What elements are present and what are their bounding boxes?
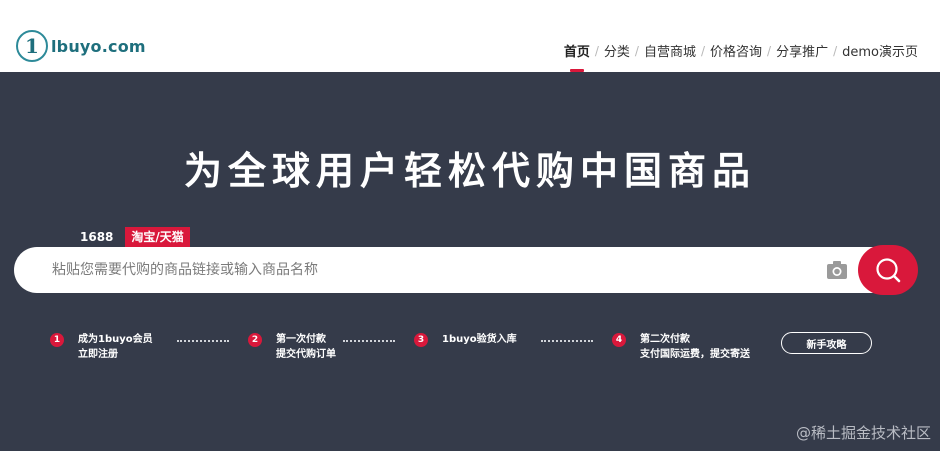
nav-item-price-inquiry[interactable]: 价格咨询 (710, 41, 762, 60)
nav-item-share-promote[interactable]: 分享推广 (776, 41, 828, 60)
tab-taobao-tmall[interactable]: 淘宝/天猫 (125, 227, 190, 247)
step-1-title: 成为1buyo会员 (78, 334, 153, 345)
process-steps: 1 成为1buyo会员 立即注册 2 第一次付款 提交代购订单 3 1buyo验… (0, 330, 940, 370)
nav-separator: / (594, 43, 599, 58)
step-2-title: 第一次付款 (276, 334, 326, 345)
step-2-number: 2 (248, 333, 262, 347)
step-2-desc: 提交代购订单 (276, 349, 336, 360)
camera-icon[interactable] (826, 260, 848, 280)
beginner-guide-button[interactable]: 新手攻略 (781, 332, 872, 354)
watermark: @稀土掘金技术社区 (795, 424, 931, 442)
source-tabs: 1688 淘宝/天猫 (80, 227, 190, 247)
nav-item-category[interactable]: 分类 (604, 41, 630, 60)
search-button[interactable] (858, 245, 918, 295)
step-2-text: 第一次付款 提交代购订单 (276, 332, 336, 362)
hero-section: 为全球用户轻松代购中国商品 1688 淘宝/天猫 1 成为1buyo会员 立即注… (0, 72, 940, 451)
logo-mark-icon: 1 (16, 30, 48, 62)
step-1-register-link[interactable]: 立即注册 (78, 347, 153, 362)
search-bar (14, 247, 894, 293)
step-4-title: 第二次付款 (640, 334, 690, 345)
nav-separator: / (767, 43, 772, 58)
search-input[interactable] (52, 247, 812, 293)
logo[interactable]: 1 lbuyo.com (16, 30, 146, 62)
step-3-title: 1buyo验货入库 (442, 334, 517, 345)
nav-item-home[interactable]: 首页 (564, 41, 590, 60)
search-icon (876, 258, 901, 283)
step-4-text: 第二次付款 支付国际运费，提交寄送 (640, 332, 750, 362)
logo-text: lbuyo.com (51, 36, 146, 56)
hero-title: 为全球用户轻松代购中国商品 (183, 149, 756, 193)
site-header: 1 lbuyo.com 首页 / 分类 / 自营商城 / 价格咨询 / 分享推广… (0, 0, 940, 72)
step-connector (343, 340, 395, 342)
step-3-number: 3 (414, 333, 428, 347)
step-4-desc: 支付国际运费，提交寄送 (640, 349, 750, 360)
nav-item-self-mall[interactable]: 自营商城 (644, 41, 696, 60)
step-1-text: 成为1buyo会员 立即注册 (78, 332, 153, 362)
nav-item-demo[interactable]: demo演示页 (842, 41, 918, 60)
main-nav: 首页 / 分类 / 自营商城 / 价格咨询 / 分享推广 / demo演示页 (564, 41, 918, 61)
step-3-text: 1buyo验货入库 (442, 332, 517, 347)
nav-separator: / (634, 43, 639, 58)
nav-separator: / (833, 43, 838, 58)
step-connector (541, 340, 593, 342)
nav-separator: / (700, 43, 705, 58)
step-4-number: 4 (612, 333, 626, 347)
tab-1688[interactable]: 1688 (80, 230, 113, 244)
step-connector (177, 340, 229, 342)
step-1-number: 1 (50, 333, 64, 347)
